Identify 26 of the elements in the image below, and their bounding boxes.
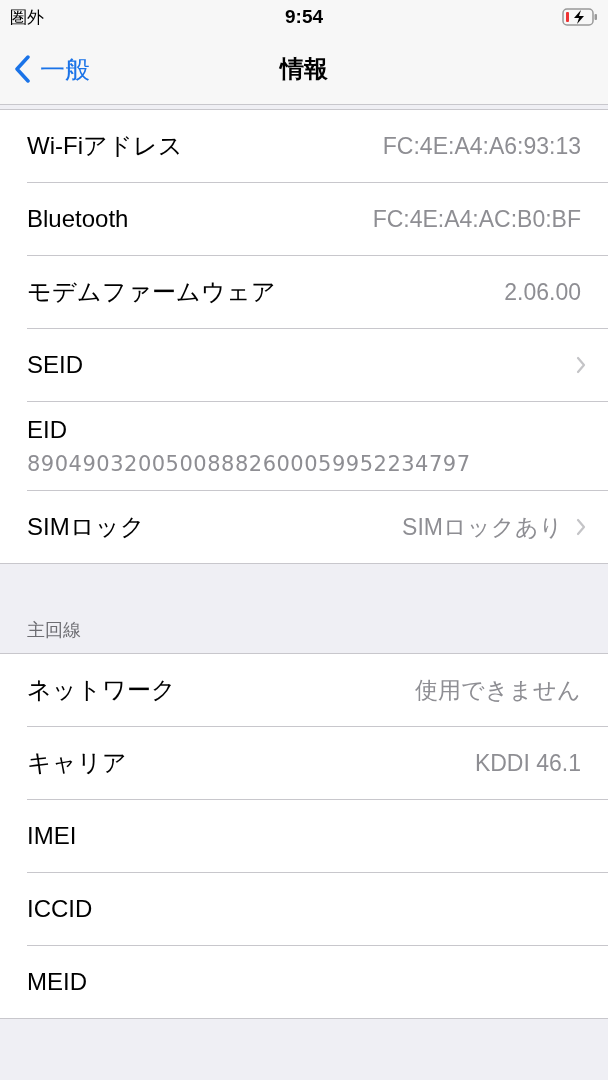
page-title: 情報 — [280, 54, 328, 84]
row-value: FC:4E:A4:A6:93:13 — [382, 132, 581, 160]
row-value: 89049032005008882600059952234797 — [27, 452, 471, 476]
row-label[interactable]: SIMロック — [27, 511, 391, 543]
section-header: 主回線 — [27, 619, 81, 642]
row-label: モデムファームウェア — [27, 277, 277, 307]
row-value: 2.06.00 — [504, 278, 581, 306]
row-label: MEID — [27, 968, 88, 996]
row-label[interactable]: SEID — [27, 351, 563, 379]
row-value: KDDI 46.1 — [474, 749, 581, 777]
row-value: SIMロックあり — [402, 512, 563, 542]
row-label: EID — [27, 416, 68, 444]
row-label: ネットワーク — [27, 675, 177, 705]
row-value: FC:4E:A4:AC:B0:BF — [372, 205, 581, 233]
row-value: 使用できません — [415, 675, 581, 705]
row-label: IMEI — [27, 822, 78, 850]
chevron-icon[interactable] — [575, 517, 587, 537]
row-label: Bluetooth — [27, 205, 130, 233]
carrier-text: 圏外 — [10, 6, 44, 29]
row-label: ICCID — [27, 895, 94, 923]
row-label: Wi-Fiアドレス — [27, 131, 184, 161]
chevron-icon[interactable] — [575, 355, 587, 375]
status-time: 9:54 — [285, 6, 323, 28]
back-chevron-icon[interactable] — [14, 55, 30, 83]
back-button[interactable]: 一般 — [10, 52, 94, 86]
row-label: キャリア — [27, 748, 128, 778]
